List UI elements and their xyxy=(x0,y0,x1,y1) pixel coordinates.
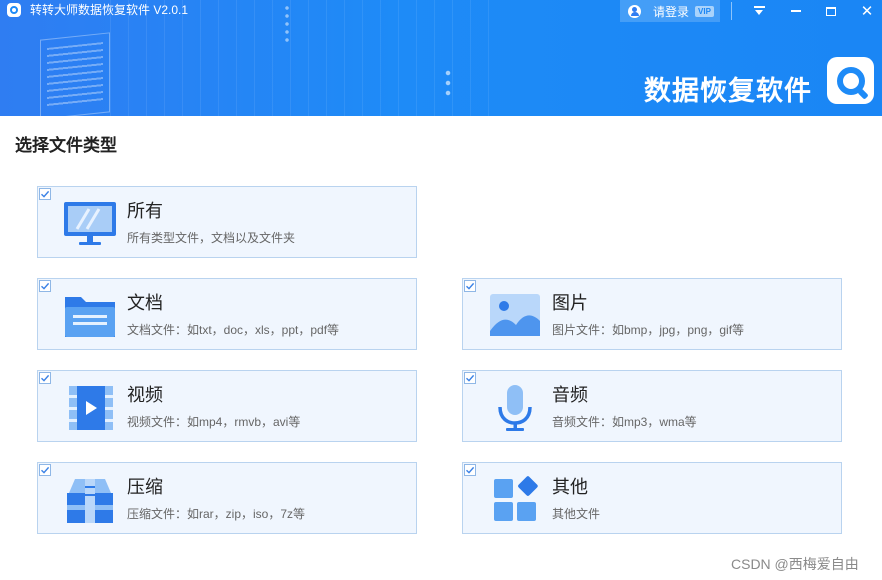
minimize-button[interactable] xyxy=(782,0,810,22)
section-title: 选择文件类型 xyxy=(15,136,117,155)
card-audio[interactable]: 音频 音频文件：如mp3，wma等 xyxy=(462,370,842,442)
banner-logo-icon xyxy=(827,57,874,104)
vip-badge: VIP xyxy=(695,5,714,17)
minimize-icon xyxy=(791,10,801,12)
titlebar-divider xyxy=(731,2,732,20)
microphone-icon xyxy=(498,385,532,431)
menu-button[interactable] xyxy=(745,0,773,22)
menu-icon xyxy=(753,6,765,16)
card-title: 图片 xyxy=(552,293,588,313)
login-label: 请登录 xyxy=(653,4,690,19)
card-all[interactable]: 所有 所有类型文件，文档以及文件夹 xyxy=(37,186,417,258)
card-checkbox[interactable] xyxy=(464,464,476,476)
window-title: 转转大师数据恢复软件 V2.0.1 xyxy=(30,3,189,17)
card-checkbox[interactable] xyxy=(464,280,476,292)
card-description: 压缩文件：如rar，zip，iso，7z等 xyxy=(127,507,306,521)
card-title: 其他 xyxy=(552,477,588,497)
folder-icon xyxy=(65,297,115,337)
close-button[interactable]: ✕ xyxy=(853,0,881,22)
card-title: 视频 xyxy=(127,385,163,405)
maximize-icon xyxy=(826,6,836,16)
card-description: 图片文件：如bmp，jpg，png，gif等 xyxy=(552,323,745,337)
card-checkbox[interactable] xyxy=(464,372,476,384)
user-icon xyxy=(628,4,641,18)
card-title: 所有 xyxy=(127,201,163,221)
app-logo-icon xyxy=(7,3,21,17)
image-icon xyxy=(490,294,540,336)
header-banner: 转转大师数据恢复软件 V2.0.1 请登录 VIP ✕ 数据恢复软件 xyxy=(0,0,882,116)
card-title: 文档 xyxy=(127,293,163,313)
card-description: 音频文件：如mp3，wma等 xyxy=(552,415,697,429)
login-button[interactable]: 请登录 VIP xyxy=(620,0,720,22)
card-others[interactable]: 其他 其他文件 xyxy=(462,462,842,534)
card-title: 压缩 xyxy=(127,477,163,497)
maximize-button[interactable] xyxy=(817,0,845,22)
card-documents[interactable]: 文档 文档文件：如txt，doc，xls，ppt，pdf等 xyxy=(37,278,417,350)
card-description: 视频文件：如mp4，rmvb，avi等 xyxy=(127,415,301,429)
card-description: 其他文件 xyxy=(552,507,601,521)
banner-title: 数据恢复软件 xyxy=(644,76,812,106)
apps-icon xyxy=(494,476,538,521)
card-images[interactable]: 图片 图片文件：如bmp，jpg，png，gif等 xyxy=(462,278,842,350)
monitor-icon xyxy=(64,202,116,245)
card-videos[interactable]: 视频 视频文件：如mp4，rmvb，avi等 xyxy=(37,370,417,442)
card-archives[interactable]: 压缩 压缩文件：如rar，zip，iso，7z等 xyxy=(37,462,417,534)
banner-decoration-dots xyxy=(284,4,290,44)
close-icon: ✕ xyxy=(860,3,874,20)
card-description: 所有类型文件，文档以及文件夹 xyxy=(127,231,296,245)
card-checkbox[interactable] xyxy=(39,464,51,476)
archive-icon xyxy=(67,479,113,523)
video-icon xyxy=(69,386,113,430)
card-description: 文档文件：如txt，doc，xls，ppt，pdf等 xyxy=(127,323,340,337)
card-checkbox[interactable] xyxy=(39,372,51,384)
watermark: CSDN @西梅爱自由 xyxy=(731,556,859,572)
card-title: 音频 xyxy=(552,385,588,405)
card-checkbox[interactable] xyxy=(39,188,51,200)
card-checkbox[interactable] xyxy=(39,280,51,292)
banner-decoration-panel xyxy=(40,32,110,116)
banner-decoration-dots xyxy=(444,68,452,98)
